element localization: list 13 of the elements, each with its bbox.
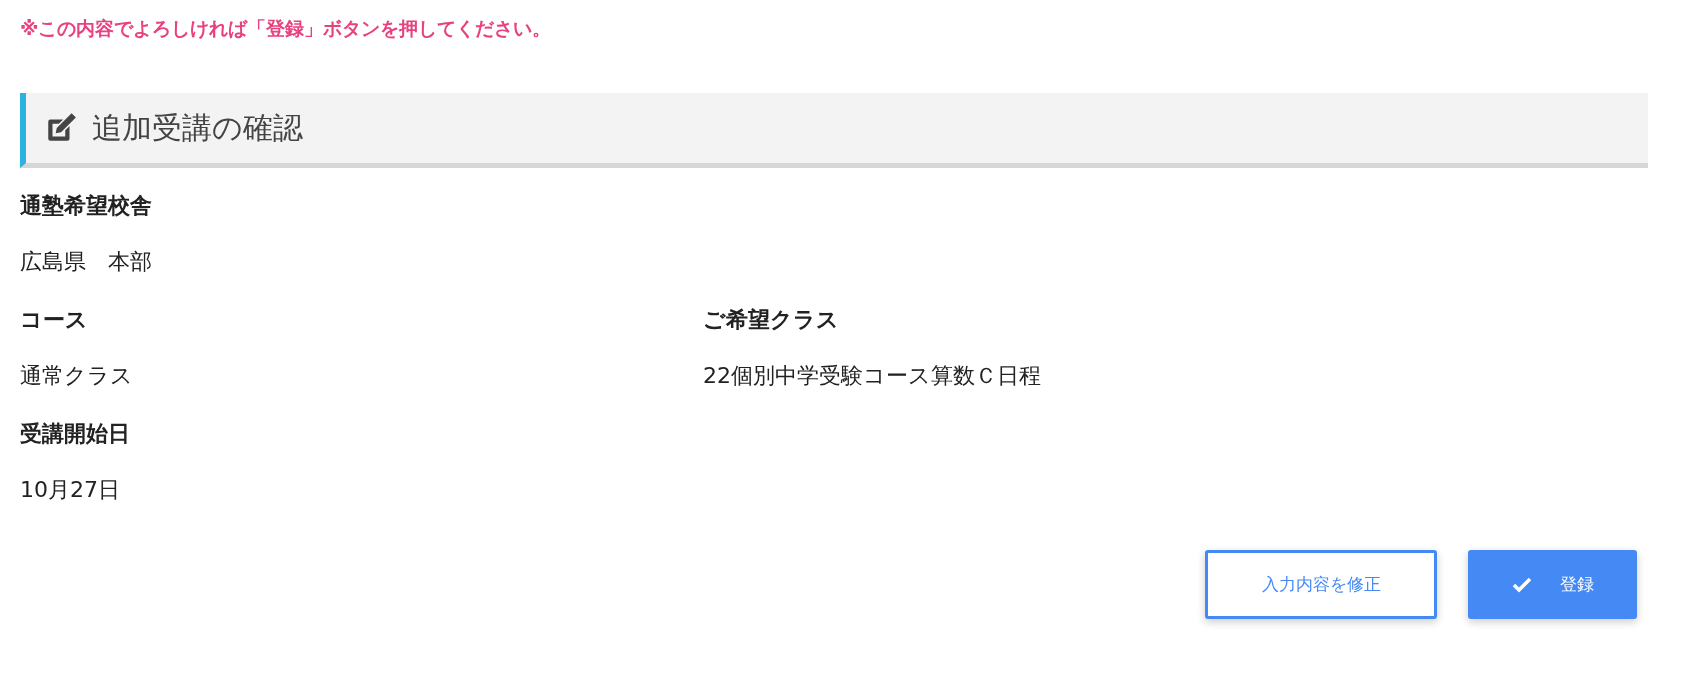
check-icon	[1511, 576, 1532, 593]
register-button[interactable]: 登録	[1468, 550, 1637, 619]
field-value: 広島県 本部	[20, 248, 153, 276]
field-value: 10月27日	[20, 476, 121, 504]
field-label: コース	[20, 306, 89, 334]
field-value: 22個別中学受験コース算数Ｃ日程	[703, 362, 1042, 390]
edit-button[interactable]: 入力内容を修正	[1205, 550, 1437, 619]
field-label: 受講開始日	[20, 420, 131, 448]
notice-text: ※この内容でよろしければ「登録」ボタンを押してください。	[20, 16, 553, 41]
field-label: 通塾希望校舎	[20, 192, 153, 220]
field-label: ご希望クラス	[703, 306, 840, 334]
field-value: 通常クラス	[20, 362, 134, 390]
section-title: 追加受講の確認	[92, 108, 303, 147]
